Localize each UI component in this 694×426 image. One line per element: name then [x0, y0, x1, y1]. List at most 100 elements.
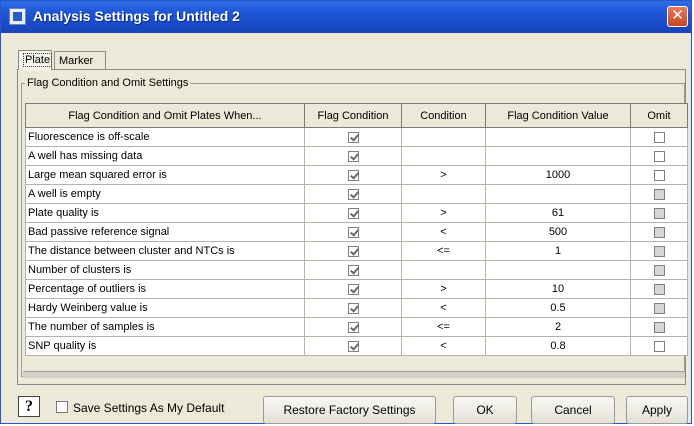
- title-bar[interactable]: Analysis Settings for Untitled 2 ✕: [1, 1, 691, 33]
- tab-plate[interactable]: Plate: [18, 50, 53, 70]
- flag-condition-checkbox[interactable]: [347, 245, 359, 257]
- flag-condition-checkbox[interactable]: [347, 131, 359, 143]
- condition-cell[interactable]: <: [401, 222, 486, 242]
- analysis-settings-dialog: Analysis Settings for Untitled 2 ✕ Plate…: [0, 0, 692, 424]
- cancel-button[interactable]: Cancel: [531, 396, 615, 424]
- row-label: Hardy Weinberg value is: [25, 298, 305, 318]
- column-header[interactable]: Condition: [401, 103, 486, 128]
- table-row: Percentage of outliers is >10: [25, 279, 688, 299]
- flag-condition-checkbox[interactable]: [347, 188, 359, 200]
- table-row: Fluorescence is off-scale: [25, 127, 688, 147]
- column-header[interactable]: Flag Condition and Omit Plates When...: [25, 103, 305, 128]
- tab-marker-label: Marker: [59, 55, 94, 67]
- flag-value-cell[interactable]: 1: [485, 241, 631, 261]
- omit-cell: [630, 165, 688, 185]
- omit-checkbox[interactable]: [653, 169, 665, 181]
- table-row: A well has missing data: [25, 146, 688, 166]
- flag-value-cell[interactable]: 61: [485, 203, 631, 223]
- condition-cell[interactable]: >: [401, 165, 486, 185]
- flag-condition-checkbox[interactable]: [347, 226, 359, 238]
- table-row: Hardy Weinberg value is <0.5: [25, 298, 688, 318]
- table-row: Number of clusters is: [25, 260, 688, 280]
- dialog-footer: ? Save Settings As My Default Restore Fa…: [1, 386, 691, 426]
- omit-cell: [630, 317, 688, 337]
- flag-condition-checkbox[interactable]: [347, 340, 359, 352]
- table-row: SNP quality is <0.8: [25, 336, 688, 356]
- condition-cell[interactable]: [401, 127, 486, 147]
- flag-condition-checkbox[interactable]: [347, 321, 359, 333]
- table-row: The number of samples is <= 2: [25, 317, 688, 337]
- omit-checkbox: [653, 245, 665, 257]
- row-label: Fluorescence is off-scale: [25, 127, 305, 147]
- flag-value-cell[interactable]: 1000: [485, 165, 631, 185]
- flag-condition-cell: [304, 336, 402, 356]
- omit-cell: [630, 298, 688, 318]
- flag-condition-cell: [304, 127, 402, 147]
- table-row: The distance between cluster and NTCs is…: [25, 241, 688, 261]
- flag-condition-checkbox[interactable]: [347, 207, 359, 219]
- condition-cell[interactable]: >: [401, 279, 486, 299]
- flag-value-cell[interactable]: [485, 146, 631, 166]
- row-label: Plate quality is: [25, 203, 305, 223]
- row-label: A well is empty: [25, 184, 305, 204]
- omit-cell: [630, 184, 688, 204]
- column-header[interactable]: Flag Condition: [304, 103, 402, 128]
- row-label: The number of samples is: [25, 317, 305, 337]
- flag-value-cell[interactable]: 500: [485, 222, 631, 242]
- table-row: Plate quality is >61: [25, 203, 688, 223]
- condition-cell[interactable]: [401, 260, 486, 280]
- omit-cell: [630, 203, 688, 223]
- flag-value-cell[interactable]: [485, 260, 631, 280]
- save-default-checkbox[interactable]: [56, 401, 68, 413]
- restore-factory-settings-button[interactable]: Restore Factory Settings: [263, 396, 436, 424]
- flag-condition-cell: [304, 165, 402, 185]
- omit-checkbox: [653, 321, 665, 333]
- omit-checkbox: [653, 188, 665, 200]
- condition-cell[interactable]: [401, 184, 486, 204]
- tab-marker[interactable]: Marker: [54, 51, 106, 70]
- omit-checkbox: [653, 283, 665, 295]
- column-header[interactable]: Omit: [630, 103, 688, 128]
- ok-button[interactable]: OK: [453, 396, 517, 424]
- condition-cell[interactable]: [401, 146, 486, 166]
- close-button[interactable]: ✕: [667, 6, 688, 27]
- flag-condition-cell: [304, 203, 402, 223]
- window-title: Analysis Settings for Untitled 2: [33, 8, 240, 24]
- flag-value-cell[interactable]: 0.8: [485, 336, 631, 356]
- flag-condition-cell: [304, 260, 402, 280]
- flag-condition-cell: [304, 146, 402, 166]
- flag-value-cell[interactable]: 0.5: [485, 298, 631, 318]
- omit-checkbox: [653, 226, 665, 238]
- omit-checkbox: [653, 302, 665, 314]
- help-button[interactable]: ?: [18, 396, 40, 417]
- table-header-row: Flag Condition and Omit Plates When... F…: [25, 103, 688, 128]
- table-row: Bad passive reference signal <500: [25, 222, 688, 242]
- condition-cell[interactable]: <=: [401, 241, 486, 261]
- flag-condition-checkbox[interactable]: [347, 283, 359, 295]
- flag-condition-cell: [304, 298, 402, 318]
- condition-cell[interactable]: <: [401, 298, 486, 318]
- row-label: Number of clusters is: [25, 260, 305, 280]
- save-default-label: Save Settings As My Default: [73, 401, 225, 415]
- column-header[interactable]: Flag Condition Value: [485, 103, 631, 128]
- condition-cell[interactable]: >: [401, 203, 486, 223]
- condition-cell[interactable]: <: [401, 336, 486, 356]
- omit-checkbox[interactable]: [653, 340, 665, 352]
- flag-condition-cell: [304, 241, 402, 261]
- omit-checkbox[interactable]: [653, 150, 665, 162]
- flag-condition-table: Flag Condition and Omit Plates When... F…: [25, 103, 688, 356]
- flag-condition-checkbox[interactable]: [347, 264, 359, 276]
- flag-value-cell[interactable]: 2: [485, 317, 631, 337]
- condition-cell[interactable]: <=: [401, 317, 486, 337]
- apply-button[interactable]: Apply: [626, 396, 688, 424]
- row-label: Bad passive reference signal: [25, 222, 305, 242]
- flag-condition-checkbox[interactable]: [347, 169, 359, 181]
- flag-value-cell[interactable]: [485, 184, 631, 204]
- flag-condition-checkbox[interactable]: [347, 302, 359, 314]
- flag-value-cell[interactable]: 10: [485, 279, 631, 299]
- omit-checkbox[interactable]: [653, 131, 665, 143]
- horizontal-scrollbar[interactable]: [23, 371, 685, 378]
- tab-plate-label: Plate: [23, 53, 53, 67]
- flag-value-cell[interactable]: [485, 127, 631, 147]
- flag-condition-checkbox[interactable]: [347, 150, 359, 162]
